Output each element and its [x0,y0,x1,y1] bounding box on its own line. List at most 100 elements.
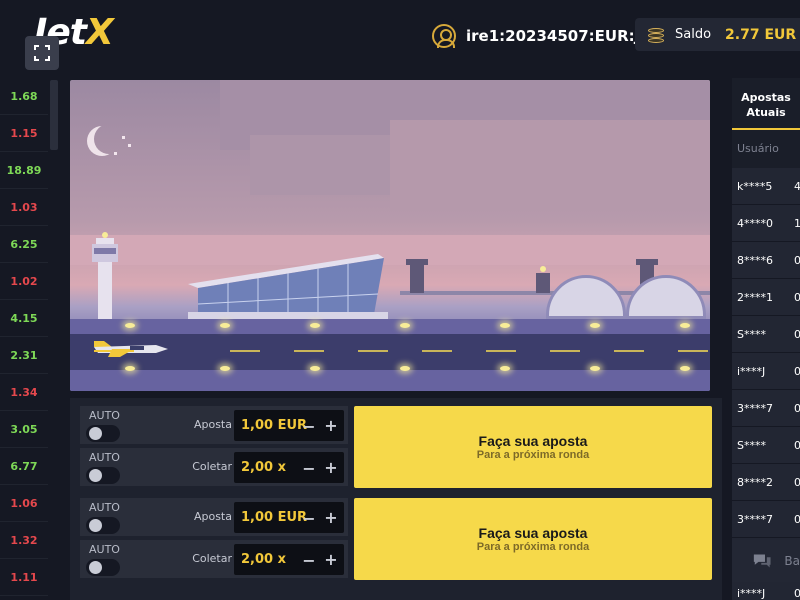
bet-user: 3****7 [737,401,773,415]
cloud [390,120,710,210]
increase-bet-button[interactable]: + [324,508,338,527]
runway-marking [614,350,644,352]
increase-bet-button[interactable]: + [324,416,338,435]
tab-current-bets[interactable]: Apostas Atuais [732,78,800,130]
history-multiplier: 1.03 [0,189,48,226]
bet-row: i****J 0 [732,353,800,390]
bet-amount: 0 [794,290,800,304]
history-multiplier: 18.89 [0,152,48,189]
chat-icon [753,554,771,568]
bet-row: 4****0 1 [732,205,800,242]
bet-user: i****J [737,364,766,378]
runway-marking [550,350,580,352]
auto-bet-toggle[interactable] [86,425,120,442]
runway-light [400,366,410,371]
bet-user: S**** [737,327,766,341]
bet-amount-row: AUTO Aposta 1,00 EUR − + [80,498,348,536]
bets-sidebar: Apostas Atuais Usuário k****5 4 4****0 1 8**… [732,78,800,600]
decrease-multiplier-button[interactable]: − [302,459,316,478]
history-multiplier: 1.68 [0,78,48,115]
column-header-user: Usuário [737,142,779,155]
tab-label-line1: Apostas [741,91,791,104]
bet-amount: 0 [794,253,800,267]
increase-multiplier-button[interactable]: + [324,550,338,569]
history-multiplier: 6.25 [0,226,48,263]
place-bet-label: Faça sua aposta [478,525,588,541]
logo-x: X [86,12,114,53]
auto-bet-label: AUTO [89,409,120,422]
balance-label: Saldo [675,27,712,42]
bet-amount: 0 [794,512,800,526]
runway-light [400,323,410,328]
runway-marking [678,350,708,352]
auto-collect-toggle[interactable] [86,559,120,576]
place-bet-button[interactable]: Faça sua aposta Para a próxima ronda [354,498,712,580]
bet-user: S**** [737,438,766,452]
bet-amount-value: 1,00 EUR [241,418,308,433]
history-multiplier: 6.77 [0,448,48,485]
bet-amount-value: 1,00 EUR [241,510,308,525]
place-bet-label: Faça sua aposta [478,433,588,449]
runway-light [680,366,690,371]
fullscreen-button[interactable] [25,36,59,70]
bet-amount: 0 [794,475,800,489]
history-multiplier: 2.31 [0,337,48,374]
balance-value: 2.77 EUR [725,26,797,43]
collect-multiplier-value: 2,00 x [241,460,286,475]
collect-multiplier-field[interactable]: 2,00 x − + [234,452,344,483]
auto-bet-toggle[interactable] [86,517,120,534]
bet-amount-field[interactable]: 1,00 EUR − + [234,502,344,533]
jet-plane [94,341,168,357]
runway-marking [294,350,324,352]
runway-marking [486,350,516,352]
history-scrollbar[interactable] [50,80,58,150]
decrease-bet-button[interactable]: − [302,417,316,436]
increase-multiplier-button[interactable]: + [324,458,338,477]
decrease-multiplier-button[interactable]: − [302,551,316,570]
bet-amount: 1 [794,216,800,230]
airport-terminal [188,254,388,320]
bet-amount: 0 [794,438,800,452]
current-bets-list: k****5 4 4****0 1 8****6 0 2****1 0 S**** 0 i****J… [732,168,800,600]
history-multiplier: 1.34 [0,374,48,411]
collect-multiplier-field[interactable]: 2,00 x − + [234,544,344,575]
bet-amount: 0 [794,327,800,341]
bet-row: 8****2 0 [732,464,800,501]
history-multiplier: 1.02 [0,263,48,300]
auto-collect-toggle[interactable] [86,467,120,484]
bet-amount-field[interactable]: 1,00 EUR − + [234,410,344,441]
bet-amount: 4 [794,179,800,193]
bet-row: S**** 0 [732,427,800,464]
history-multiplier: 1.11 [0,559,48,596]
star [128,144,131,147]
bet-amount-label: Aposta [193,418,232,431]
bet-user: 8****6 [737,253,773,267]
collect-label: Coletar [192,460,232,473]
multiplier-history: 1.68 1.15 18.89 1.03 6.25 1.02 4.15 2.31 1.34 3.0… [0,78,48,600]
bet-panels: AUTO Aposta 1,00 EUR − + AUTO Coletar 2,… [70,398,722,600]
auto-collect-label: AUTO [89,543,120,556]
place-bet-sublabel: Para a próxima ronda [476,449,590,461]
bet-row: 3****7 0 [732,390,800,427]
bet-panel: AUTO Aposta 1,00 EUR − + AUTO Coletar 2,… [80,498,712,582]
history-multiplier: 1.15 [0,115,48,152]
bet-row: k****5 4 [732,168,800,205]
runway-light [590,323,600,328]
history-multiplier: 1.06 [0,485,48,522]
bet-amount: 0 [794,586,800,600]
chat-button[interactable]: Ba [732,540,800,582]
moon [94,124,124,154]
runway-light [590,366,600,371]
collect-multiplier-value: 2,00 x [241,552,286,567]
runway-light [500,366,510,371]
history-multiplier: 4.15 [0,300,48,337]
place-bet-button[interactable]: Faça sua aposta Para a próxima ronda [354,406,712,488]
star [122,136,125,139]
auto-bet-label: AUTO [89,501,120,514]
decrease-bet-button[interactable]: − [302,509,316,528]
history-multiplier: 1.32 [0,522,48,559]
bet-amount: 0 [794,364,800,378]
auto-collect-label: AUTO [89,451,120,464]
runway-light [500,323,510,328]
bet-user: 4****0 [737,216,773,230]
